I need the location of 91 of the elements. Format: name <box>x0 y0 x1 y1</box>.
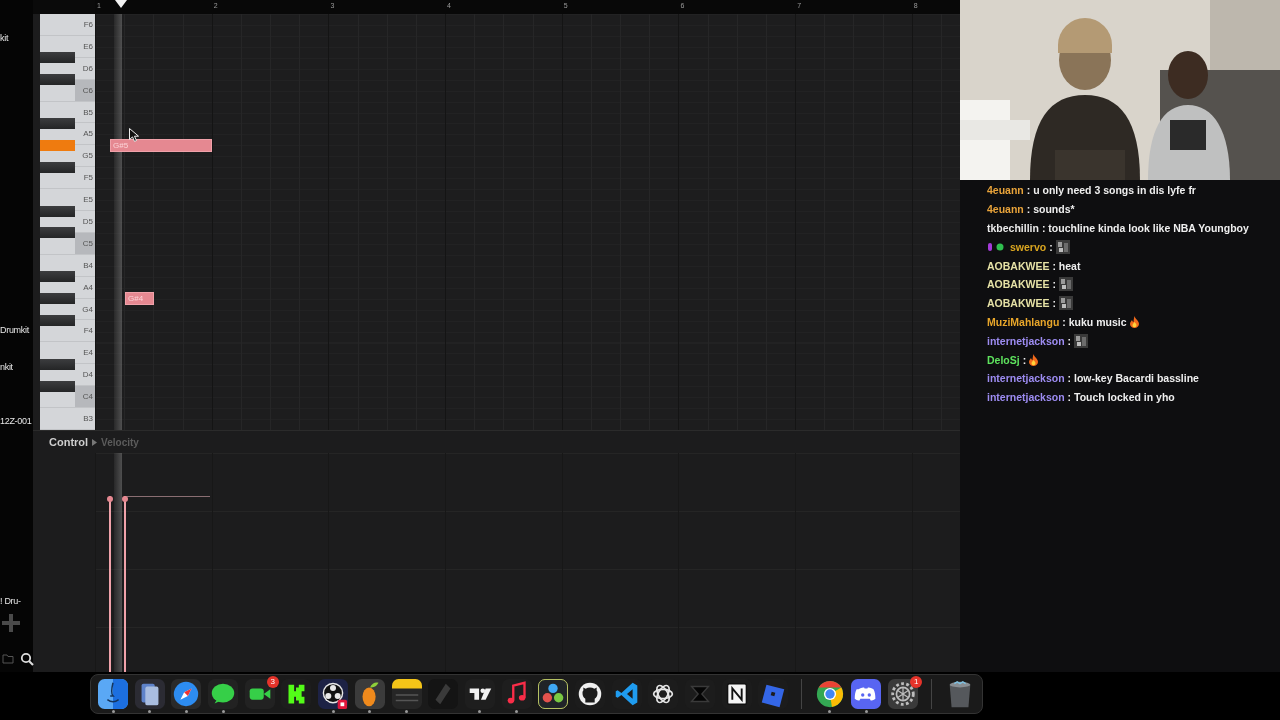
chat-text: : <box>1049 240 1053 253</box>
sidebar-item[interactable]: 12Z-001 <box>0 415 32 427</box>
sharp-key[interactable] <box>40 161 75 173</box>
chat-username[interactable]: 4euann <box>987 184 1024 197</box>
sidebar-item[interactable]: Drumkit <box>0 324 29 336</box>
key-label: C4 <box>82 392 94 402</box>
chat-text: : u only need 3 songs in dis lyfe fr <box>1026 184 1196 197</box>
chat-username[interactable]: 4euann <box>987 203 1024 216</box>
key-label: E4 <box>83 348 94 358</box>
three-circles-icon[interactable] <box>538 679 569 709</box>
chat-username[interactable]: internetjackson <box>987 372 1065 385</box>
chat-username[interactable]: AOBAKWEE <box>987 259 1050 272</box>
chat-username[interactable]: internetjackson <box>987 334 1065 347</box>
piano-key[interactable]: C6 <box>75 79 95 102</box>
key-label: F6 <box>83 19 94 29</box>
piano-key[interactable]: C4 <box>75 386 95 409</box>
fire-icon <box>1129 315 1139 328</box>
compass-icon[interactable] <box>171 679 202 709</box>
key-label: E5 <box>83 195 94 205</box>
control-label[interactable]: Control <box>49 436 89 448</box>
documents-icon[interactable] <box>134 679 165 709</box>
sharp-key[interactable] <box>40 358 75 370</box>
key-label: E6 <box>83 41 94 51</box>
face-icon[interactable] <box>98 679 128 709</box>
speech-bubble-icon[interactable] <box>208 679 239 709</box>
key-label: A4 <box>83 282 94 292</box>
notification-badge: 1 <box>910 676 923 688</box>
sharp-key[interactable] <box>40 205 75 217</box>
chat-text: : <box>1052 278 1056 291</box>
key-label: A5 <box>83 129 94 139</box>
sharp-key[interactable] <box>40 293 75 305</box>
chat-text: : heat <box>1052 259 1081 272</box>
sharp-key[interactable] <box>40 117 75 129</box>
velocity-stem[interactable] <box>122 496 128 672</box>
piano-key[interactable]: C5 <box>75 232 95 255</box>
fruit-icon[interactable] <box>354 679 385 709</box>
caret-icon <box>92 438 98 446</box>
emote-icon <box>1058 296 1073 311</box>
sharp-key[interactable] <box>40 74 75 86</box>
sidebar-item[interactable]: ! Dru- <box>0 595 21 607</box>
sidebar-item[interactable]: kit <box>0 32 9 44</box>
key-label: D4 <box>82 370 94 380</box>
search-icon[interactable] <box>20 652 34 666</box>
game-controller-icon[interactable] <box>851 679 882 709</box>
key-label: G5 <box>82 151 94 161</box>
sidebar-item[interactable]: nkit <box>0 361 13 373</box>
fire-icon <box>1029 353 1039 366</box>
key-label: G4 <box>82 304 94 314</box>
folder-icon[interactable] <box>2 654 14 664</box>
sharp-key[interactable] <box>40 271 75 283</box>
chat-text: : low-key Bacardi bassline <box>1067 372 1199 385</box>
key-label: F5 <box>83 173 94 183</box>
settings-icon[interactable] <box>888 679 919 709</box>
chat-text: : <box>1067 334 1072 347</box>
chat-username[interactable]: swervo <box>1010 240 1047 253</box>
circles-icon[interactable] <box>318 679 349 709</box>
sharp-key[interactable] <box>40 227 75 239</box>
chat-text: : kuku music <box>1062 315 1127 328</box>
video-camera-icon[interactable] <box>244 679 275 709</box>
velocity-stem[interactable] <box>107 496 113 672</box>
chat-text: : touchline kinda look like NBA Youngboy <box>1041 222 1249 234</box>
emote-icon <box>1074 333 1089 348</box>
emote-icon <box>1055 239 1070 254</box>
sharp-key[interactable] <box>40 380 75 392</box>
chat-username[interactable]: tkbechillin <box>987 222 1039 234</box>
notepad-icon[interactable] <box>391 679 422 709</box>
piano-keyboard[interactable]: F6 E6 D6 C6 B5 A5 G5 F5 E5 D5 C5 B4 A4 G4 F4 E4 D4 C4 B3 <box>40 14 95 430</box>
key-label: C5 <box>82 238 94 248</box>
browser-ring-icon[interactable] <box>814 679 845 709</box>
note-label: G#5 <box>112 140 129 150</box>
chat-text: : <box>1022 353 1027 366</box>
chat-text: : Touch locked in yho <box>1067 391 1175 404</box>
key-label: B3 <box>83 413 94 423</box>
chat-username[interactable]: AOBAKWEE <box>987 278 1050 291</box>
playhead-marker-icon[interactable] <box>115 0 127 8</box>
chat-username[interactable]: AOBAKWEE <box>987 297 1050 310</box>
key-label: D6 <box>82 63 94 73</box>
key-label: B4 <box>83 260 94 270</box>
cursor-icon <box>129 128 139 142</box>
chat-username[interactable]: DeloSj <box>987 353 1020 366</box>
sharp-key[interactable] <box>40 52 75 64</box>
key-label: C6 <box>82 85 94 95</box>
key-label: B5 <box>83 107 94 117</box>
chat-text: : sounds* <box>1026 203 1075 216</box>
key-label: D5 <box>82 216 94 226</box>
chat-text: : <box>1052 297 1056 310</box>
note-label: G#4 <box>127 294 144 304</box>
emote-icon <box>1058 277 1073 292</box>
key-label: F4 <box>83 326 94 336</box>
chat-username[interactable]: MuziMahlangu <box>987 315 1060 328</box>
chat-username[interactable]: internetjackson <box>987 391 1065 404</box>
